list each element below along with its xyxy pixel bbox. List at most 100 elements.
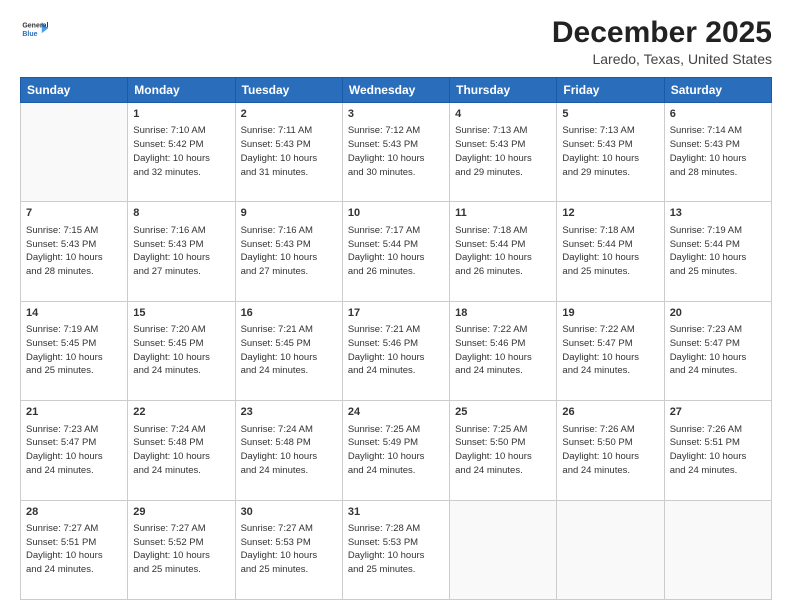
- calendar-cell: 25Sunrise: 7:25 AM Sunset: 5:50 PM Dayli…: [450, 401, 557, 500]
- day-info: Sunrise: 7:15 AM Sunset: 5:43 PM Dayligh…: [26, 224, 122, 279]
- calendar-cell: 12 Sunrise: 7:18 AM Sunset: 5:44 PM Dayli…: [557, 202, 664, 301]
- calendar-week-4: 21 Sunrise: 7:23 AM Sunset: 5:47 PM Dayli…: [21, 401, 772, 500]
- calendar-table: SundayMondayTuesdayWednesdayThursdayFrid…: [20, 77, 772, 600]
- calendar-cell: 19 Sunrise: 7:22 AM Sunset: 5:47 PM Dayli…: [557, 301, 664, 400]
- weekday-header-sunday: Sunday: [21, 78, 128, 103]
- calendar-cell: 15Sunrise: 7:20 AM Sunset: 5:45 PM Dayli…: [128, 301, 235, 400]
- calendar-week-1: 1Sunrise: 7:10 AM Sunset: 5:42 PM Daylig…: [21, 103, 772, 202]
- calendar-cell: 1Sunrise: 7:10 AM Sunset: 5:42 PM Daylig…: [128, 103, 235, 202]
- day-number: 8: [133, 206, 229, 221]
- calendar-cell: 13Sunrise: 7:19 AM Sunset: 5:44 PM Dayli…: [664, 202, 771, 301]
- day-info: Sunrise: 7:27 AM Sunset: 5:53 PM Dayligh…: [241, 522, 337, 577]
- day-info: Sunrise: 7:13 AM Sunset: 5:43 PM Dayligh…: [562, 124, 658, 179]
- svg-text:Blue: Blue: [22, 31, 37, 38]
- day-number: 29: [133, 505, 229, 520]
- day-info: Sunrise: 7:11 AM Sunset: 5:43 PM Dayligh…: [241, 124, 337, 179]
- calendar-cell: 23Sunrise: 7:24 AM Sunset: 5:48 PM Dayli…: [235, 401, 342, 500]
- weekday-header-friday: Friday: [557, 78, 664, 103]
- calendar-title: December 2025: [552, 16, 772, 49]
- day-number: 9: [241, 206, 337, 221]
- calendar-cell: 10Sunrise: 7:17 AM Sunset: 5:44 PM Dayli…: [342, 202, 449, 301]
- calendar-cell: 20 Sunrise: 7:23 AM Sunset: 5:47 PM Dayli…: [664, 301, 771, 400]
- day-number: 26: [562, 405, 658, 420]
- day-info: Sunrise: 7:20 AM Sunset: 5:45 PM Dayligh…: [133, 323, 229, 378]
- calendar-cell: 30 Sunrise: 7:27 AM Sunset: 5:53 PM Dayli…: [235, 500, 342, 599]
- day-number: 25: [455, 405, 551, 420]
- day-info: Sunrise: 7:19 AM Sunset: 5:45 PM Dayligh…: [26, 323, 122, 378]
- calendar-cell: 8Sunrise: 7:16 AM Sunset: 5:43 PM Daylig…: [128, 202, 235, 301]
- day-info: Sunrise: 7:26 AM Sunset: 5:51 PM Dayligh…: [670, 423, 766, 478]
- day-info: Sunrise: 7:21 AM Sunset: 5:46 PM Dayligh…: [348, 323, 444, 378]
- calendar-cell: 28 Sunrise: 7:27 AM Sunset: 5:51 PM Dayli…: [21, 500, 128, 599]
- calendar-cell: 27Sunrise: 7:26 AM Sunset: 5:51 PM Dayli…: [664, 401, 771, 500]
- calendar-week-5: 28 Sunrise: 7:27 AM Sunset: 5:51 PM Dayli…: [21, 500, 772, 599]
- day-number: 3: [348, 107, 444, 122]
- day-number: 28: [26, 505, 122, 520]
- day-info: Sunrise: 7:23 AM Sunset: 5:47 PM Dayligh…: [670, 323, 766, 378]
- weekday-header-saturday: Saturday: [664, 78, 771, 103]
- day-info: Sunrise: 7:18 AM Sunset: 5:44 PM Dayligh…: [455, 224, 551, 279]
- day-info: Sunrise: 7:22 AM Sunset: 5:46 PM Dayligh…: [455, 323, 551, 378]
- day-number: 22: [133, 405, 229, 420]
- calendar-cell: 11 Sunrise: 7:18 AM Sunset: 5:44 PM Dayli…: [450, 202, 557, 301]
- day-info: Sunrise: 7:27 AM Sunset: 5:51 PM Dayligh…: [26, 522, 122, 577]
- weekday-header-monday: Monday: [128, 78, 235, 103]
- header: General Blue December 2025 Laredo, Texas…: [20, 16, 772, 67]
- calendar-subtitle: Laredo, Texas, United States: [552, 51, 772, 67]
- day-number: 7: [26, 206, 122, 221]
- day-number: 14: [26, 306, 122, 321]
- calendar-cell: 14 Sunrise: 7:19 AM Sunset: 5:45 PM Dayli…: [21, 301, 128, 400]
- day-info: Sunrise: 7:18 AM Sunset: 5:44 PM Dayligh…: [562, 224, 658, 279]
- day-info: Sunrise: 7:22 AM Sunset: 5:47 PM Dayligh…: [562, 323, 658, 378]
- calendar-cell: 5 Sunrise: 7:13 AM Sunset: 5:43 PM Daylig…: [557, 103, 664, 202]
- day-number: 1: [133, 107, 229, 122]
- day-number: 5: [562, 107, 658, 122]
- day-info: Sunrise: 7:16 AM Sunset: 5:43 PM Dayligh…: [241, 224, 337, 279]
- day-info: Sunrise: 7:17 AM Sunset: 5:44 PM Dayligh…: [348, 224, 444, 279]
- title-block: December 2025 Laredo, Texas, United Stat…: [552, 16, 772, 67]
- weekday-header-thursday: Thursday: [450, 78, 557, 103]
- day-number: 31: [348, 505, 444, 520]
- day-info: Sunrise: 7:13 AM Sunset: 5:43 PM Dayligh…: [455, 124, 551, 179]
- day-number: 12: [562, 206, 658, 221]
- calendar-cell: 21 Sunrise: 7:23 AM Sunset: 5:47 PM Dayli…: [21, 401, 128, 500]
- weekday-header: SundayMondayTuesdayWednesdayThursdayFrid…: [21, 78, 772, 103]
- calendar-cell: 2Sunrise: 7:11 AM Sunset: 5:43 PM Daylig…: [235, 103, 342, 202]
- weekday-header-wednesday: Wednesday: [342, 78, 449, 103]
- day-info: Sunrise: 7:21 AM Sunset: 5:45 PM Dayligh…: [241, 323, 337, 378]
- day-number: 18: [455, 306, 551, 321]
- day-number: 23: [241, 405, 337, 420]
- calendar-cell: 17 Sunrise: 7:21 AM Sunset: 5:46 PM Dayli…: [342, 301, 449, 400]
- logo-icon: General Blue: [20, 16, 48, 44]
- calendar-week-2: 7 Sunrise: 7:15 AM Sunset: 5:43 PM Daylig…: [21, 202, 772, 301]
- calendar-cell: 29 Sunrise: 7:27 AM Sunset: 5:52 PM Dayli…: [128, 500, 235, 599]
- day-info: Sunrise: 7:27 AM Sunset: 5:52 PM Dayligh…: [133, 522, 229, 577]
- calendar-cell: 9 Sunrise: 7:16 AM Sunset: 5:43 PM Daylig…: [235, 202, 342, 301]
- calendar-cell: [557, 500, 664, 599]
- day-number: 16: [241, 306, 337, 321]
- calendar-cell: [664, 500, 771, 599]
- calendar-cell: [21, 103, 128, 202]
- calendar-cell: 26Sunrise: 7:26 AM Sunset: 5:50 PM Dayli…: [557, 401, 664, 500]
- calendar-body: 1Sunrise: 7:10 AM Sunset: 5:42 PM Daylig…: [21, 103, 772, 600]
- calendar-cell: 31Sunrise: 7:28 AM Sunset: 5:53 PM Dayli…: [342, 500, 449, 599]
- day-number: 21: [26, 405, 122, 420]
- day-number: 30: [241, 505, 337, 520]
- day-number: 17: [348, 306, 444, 321]
- day-number: 6: [670, 107, 766, 122]
- day-number: 19: [562, 306, 658, 321]
- day-number: 11: [455, 206, 551, 221]
- day-info: Sunrise: 7:19 AM Sunset: 5:44 PM Dayligh…: [670, 224, 766, 279]
- calendar-cell: [450, 500, 557, 599]
- calendar-cell: 16 Sunrise: 7:21 AM Sunset: 5:45 PM Dayli…: [235, 301, 342, 400]
- calendar-cell: 6 Sunrise: 7:14 AM Sunset: 5:43 PM Daylig…: [664, 103, 771, 202]
- day-info: Sunrise: 7:23 AM Sunset: 5:47 PM Dayligh…: [26, 423, 122, 478]
- calendar-cell: 18 Sunrise: 7:22 AM Sunset: 5:46 PM Dayli…: [450, 301, 557, 400]
- day-number: 24: [348, 405, 444, 420]
- day-number: 20: [670, 306, 766, 321]
- calendar-page: General Blue December 2025 Laredo, Texas…: [0, 0, 792, 612]
- weekday-header-tuesday: Tuesday: [235, 78, 342, 103]
- calendar-cell: 3Sunrise: 7:12 AM Sunset: 5:43 PM Daylig…: [342, 103, 449, 202]
- day-info: Sunrise: 7:14 AM Sunset: 5:43 PM Dayligh…: [670, 124, 766, 179]
- calendar-cell: 7 Sunrise: 7:15 AM Sunset: 5:43 PM Daylig…: [21, 202, 128, 301]
